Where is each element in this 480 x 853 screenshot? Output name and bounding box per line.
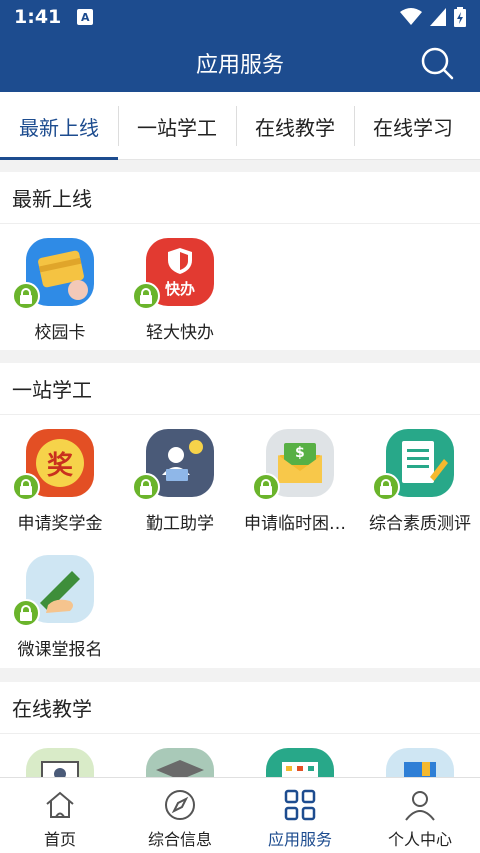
app-label: 申请临时困难补助 [244,514,356,534]
lock-icon [12,473,40,501]
app-micro-class[interactable]: 微课堂报名 [0,541,120,667]
compass-icon [165,790,195,820]
app-bar: 应用服务 [0,34,480,92]
nav-label: 应用服务 [267,830,332,849]
nav-app-services[interactable]: 应用服务 [240,778,360,853]
section-student-affairs: 一站学工 奖 申请奖学金 勤工助学 $ 申请临时困难 综合素质测评 微课堂报名 [0,363,480,668]
battery-icon [454,7,466,27]
home-icon [46,791,74,818]
scholarship-icon-text: 奖 [36,439,84,487]
app-label: 勤工助学 [146,514,214,534]
person-icon [405,791,435,821]
page-title: 应用服务 [195,53,284,78]
tab-online-teaching[interactable]: 在线教学 [236,92,354,160]
tab-latest[interactable]: 最新上线 [0,92,118,160]
book-icon [386,748,454,777]
nav-info[interactable]: 综合信息 [120,778,240,853]
lock-icon [12,599,40,627]
category-tabs: 最新上线 一站学工 在线教学 在线学习 [0,92,480,160]
app-quality-assessment[interactable]: 综合素质测评 [360,415,480,541]
status-bar: 1:41 A [0,0,480,34]
app-teaching-3[interactable] [240,734,360,777]
status-time: 1:41 [14,6,62,28]
nav-home[interactable]: 首页 [0,778,120,853]
app-label: 轻大快办 [146,323,214,343]
app-label: 微课堂报名 [17,640,103,660]
signal-icon [430,8,446,26]
app-temporary-aid[interactable]: $ 申请临时困难补助 [240,415,360,541]
lock-icon [252,473,280,501]
schedule-icon [266,748,334,777]
tab-online-learning[interactable]: 在线学习 [354,92,472,160]
quick-office-icon-text: 快办 [164,279,195,298]
section-title: 最新上线 [0,172,480,224]
graduation-cap-icon [146,748,214,777]
section-title: 在线教学 [0,682,480,734]
bottom-nav: 首页 综合信息 应用服务 个人中心 [0,777,480,853]
section-online-teaching: 在线教学 [0,682,480,777]
search-icon[interactable] [420,46,454,80]
aid-icon-text: $ [295,445,305,461]
tab-student-affairs[interactable]: 一站学工 [118,92,236,160]
app-teaching-2[interactable] [120,734,240,777]
app-label: 校园卡 [34,323,86,343]
status-icons [400,7,466,27]
video-class-icon [26,748,94,777]
lock-icon [12,282,40,310]
app-scholarship[interactable]: 奖 申请奖学金 [0,415,120,541]
lock-icon [132,282,160,310]
app-label: 申请奖学金 [17,514,103,534]
lock-icon [372,473,400,501]
nav-label: 个人中心 [387,830,452,849]
app-teaching-1[interactable] [0,734,120,777]
app-quick-office[interactable]: 快办 轻大快办 [120,224,240,350]
section-title: 一站学工 [0,363,480,415]
apps-grid-icon [284,789,316,821]
app-work-study[interactable]: 勤工助学 [120,415,240,541]
wifi-icon [400,8,422,25]
notification-a-icon: A [77,9,94,25]
section-latest: 最新上线 校园卡 快办 轻大快办 [0,172,480,350]
app-label: 综合素质测评 [369,514,471,534]
nav-label: 综合信息 [147,830,212,849]
app-teaching-4[interactable] [360,734,480,777]
nav-profile[interactable]: 个人中心 [360,778,480,853]
app-campus-card[interactable]: 校园卡 [0,224,120,350]
lock-icon [132,473,160,501]
nav-label: 首页 [43,830,76,849]
